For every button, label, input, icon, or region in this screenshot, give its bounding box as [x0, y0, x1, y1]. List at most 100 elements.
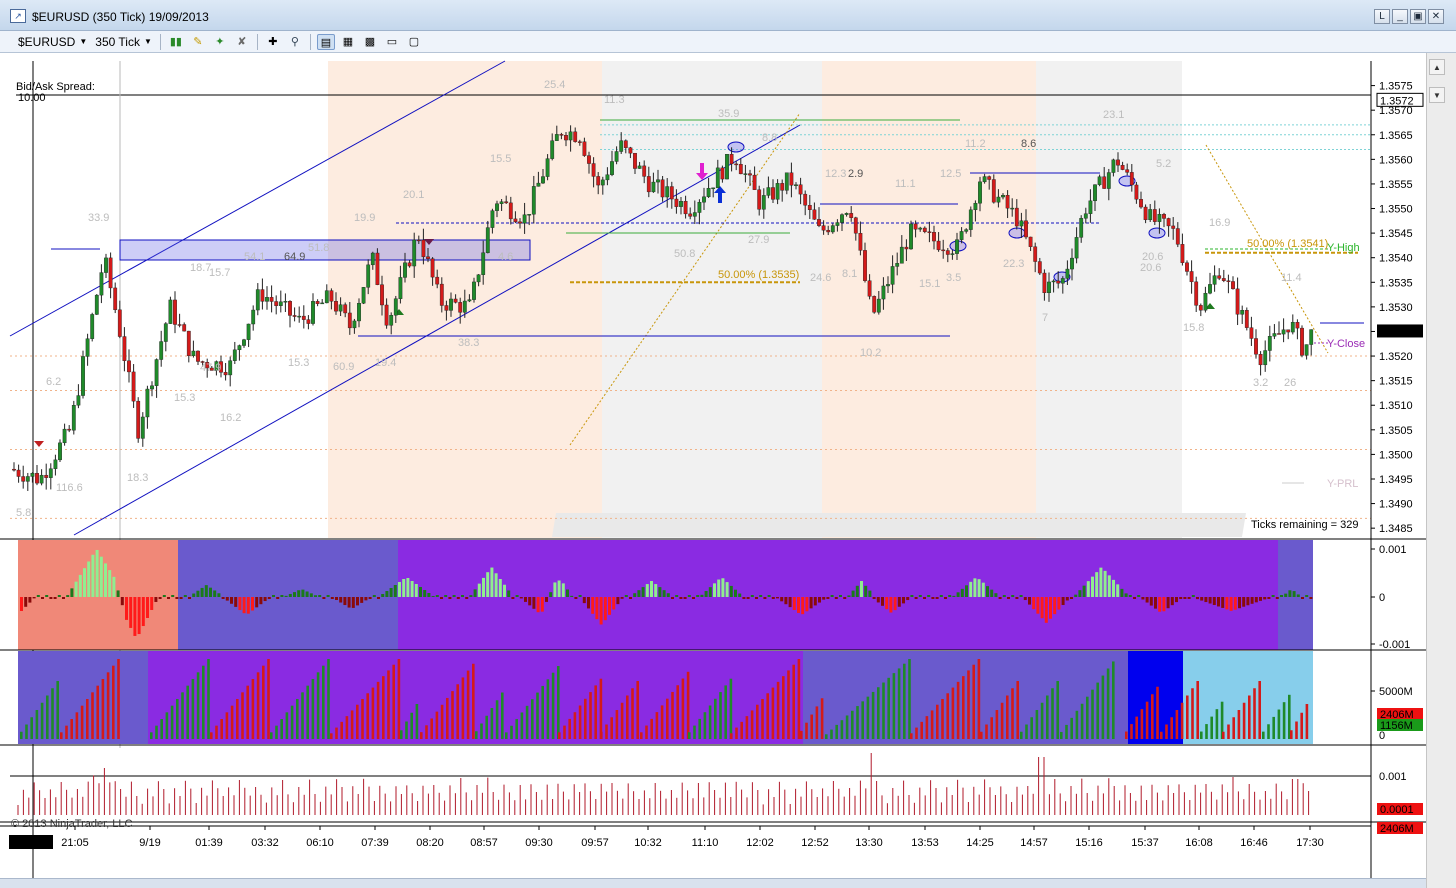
candle-body: [67, 428, 72, 431]
candle-body: [260, 289, 265, 302]
candle-body: [729, 154, 734, 165]
template-icon[interactable]: ▭: [383, 34, 401, 50]
maximize-button[interactable]: ▣: [1410, 9, 1426, 24]
new-window-icon[interactable]: ▢: [405, 34, 423, 50]
histogram-bar: [486, 572, 490, 597]
histogram-bar: [759, 595, 763, 597]
time-tick-label: 21:05: [61, 837, 89, 849]
histogram-bar: [944, 597, 947, 599]
candle-body: [941, 249, 946, 252]
histogram-bar: [339, 597, 343, 603]
candle-body: [1056, 280, 1061, 284]
scroll-up-icon[interactable]: ▲: [1429, 59, 1445, 75]
volume-bar: [797, 659, 801, 739]
candle-body: [1295, 322, 1300, 329]
volume-bar: [820, 698, 824, 739]
zoom-icon[interactable]: ⚲: [286, 34, 304, 50]
histogram-bar: [276, 597, 280, 599]
volume-bar: [531, 699, 534, 739]
candle-body: [301, 315, 306, 320]
histogram-bar: [633, 593, 637, 597]
histogram-bar: [1225, 597, 1229, 610]
candle-body: [1244, 310, 1249, 328]
histogram-bar: [423, 590, 427, 597]
candle-body: [826, 229, 831, 233]
volume-bar: [615, 710, 619, 739]
candle-body: [25, 476, 30, 482]
volume-bar: [430, 718, 433, 739]
volume-bar: [330, 733, 333, 739]
volume-bar: [241, 692, 244, 739]
candle-body: [412, 239, 417, 267]
candle-body: [573, 131, 578, 142]
pencil-icon[interactable]: ✎: [189, 34, 207, 50]
histogram-bar: [1002, 595, 1006, 597]
volume-bar: [296, 699, 299, 739]
candle-body: [232, 349, 237, 361]
time-tick-label: 08:57: [470, 837, 498, 849]
histogram-bar: [1242, 597, 1246, 607]
properties-icon[interactable]: ▦: [339, 34, 357, 50]
candle-body: [623, 140, 628, 148]
candle-body: [44, 474, 49, 478]
candle-body: [462, 300, 467, 313]
price-tick-label: 1.3510: [1379, 400, 1413, 412]
histogram-bar: [620, 597, 624, 599]
candle-body: [334, 301, 338, 312]
crosshair-icon[interactable]: ✚: [264, 34, 282, 50]
candle-body: [904, 246, 909, 250]
interval-selector[interactable]: 350 Tick ▼: [91, 32, 156, 52]
vertical-scrollbar[interactable]: ▲ ▼: [1426, 53, 1456, 888]
candle-body: [136, 400, 141, 439]
histogram-bar: [377, 597, 380, 599]
candle-body: [936, 240, 941, 251]
volume-bar: [835, 724, 838, 739]
histogram-bar: [1137, 595, 1141, 597]
candle-body: [817, 219, 821, 226]
histogram-bar: [1053, 597, 1057, 615]
eraser-icon[interactable]: ✘: [233, 34, 251, 50]
histogram-bar: [1217, 597, 1220, 607]
histogram-bar: [1162, 597, 1166, 612]
candle-body: [485, 227, 490, 253]
candle-body: [577, 141, 582, 143]
histogram-bar: [935, 597, 939, 599]
crosshair-wand-icon[interactable]: ✦: [211, 34, 229, 50]
swing-label: 11.2: [965, 138, 986, 150]
volume-bar: [510, 725, 513, 739]
scroll-down-icon[interactable]: ▼: [1429, 87, 1445, 103]
histogram-bar: [477, 583, 481, 597]
instrument-label: $EURUSD: [18, 34, 76, 49]
volume-bar: [915, 727, 918, 739]
volume-bar: [815, 706, 819, 739]
histogram-bar: [582, 597, 586, 604]
volume-bar: [908, 659, 911, 739]
swing-label: 4.6: [498, 251, 513, 263]
volume-bar: [46, 695, 49, 739]
candle-body: [186, 330, 191, 356]
candle-body: [472, 281, 476, 300]
histogram-bar: [645, 584, 649, 597]
swing-label: 25.4: [544, 79, 565, 91]
histogram-bar: [1099, 567, 1103, 597]
histogram-bar: [1284, 593, 1288, 597]
histogram-bar: [637, 590, 641, 597]
histogram-bar: [385, 591, 389, 597]
chart-canvas[interactable]: 33.925.411.335.98.823.120.115.519.964.95…: [0, 53, 1426, 878]
histogram-bar: [410, 581, 414, 597]
candle-body: [366, 264, 371, 288]
candlestick-icon[interactable]: ▮▮: [167, 34, 185, 50]
histogram-bar: [301, 589, 305, 597]
close-button[interactable]: ✕: [1428, 9, 1444, 24]
histogram-bar: [755, 597, 758, 599]
histogram-bar: [70, 588, 74, 597]
candle-body: [306, 319, 311, 324]
bars-icon[interactable]: ▤: [316, 33, 335, 50]
histogram-bar: [53, 597, 57, 599]
instrument-selector[interactable]: $EURUSD ▼: [14, 32, 91, 52]
candle-body: [173, 299, 177, 325]
chart-style-icon[interactable]: ▩: [361, 34, 379, 50]
minimize-button[interactable]: _: [1392, 9, 1408, 24]
volume-bar: [1300, 712, 1303, 739]
link-button[interactable]: L: [1374, 9, 1390, 24]
